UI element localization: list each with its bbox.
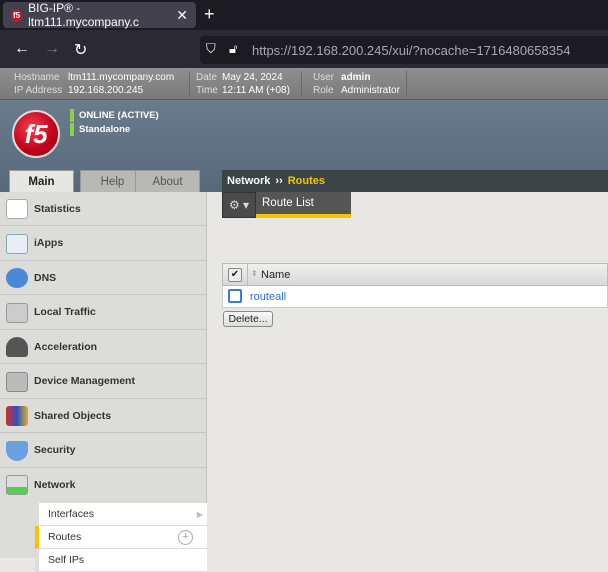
breadcrumb: Network ›› Routes — [222, 170, 608, 192]
close-tab-icon[interactable]: ✕ — [176, 7, 188, 24]
system-info-bar: Hostname ltm111.mycompany.com IP Address 19… — [0, 68, 608, 100]
tab-main[interactable]: Main — [9, 170, 74, 192]
select-all-checkbox[interactable]: ✔ — [228, 268, 242, 282]
row-checkbox[interactable] — [228, 289, 242, 303]
sidebar-item-dns[interactable]: DNS — [0, 261, 206, 295]
shield-icon[interactable]: ⛉ — [206, 41, 216, 57]
browser-tab[interactable]: f5 BIG-IP® - ltm111.mycompany.c ✕ — [3, 1, 196, 29]
status-mode: Standalone — [70, 123, 130, 136]
submenu-self-ips[interactable]: Self IPs — [35, 549, 207, 572]
sort-icon: ⬍ — [251, 269, 258, 278]
sidebar-item-local-traffic[interactable]: Local Traffic — [0, 296, 206, 330]
add-icon[interactable]: + — [178, 530, 193, 545]
table-header: ✔ ⬍ Name — [222, 263, 608, 286]
column-name[interactable]: Name — [261, 269, 290, 281]
status-online: ONLINE (ACTIVE) — [70, 109, 159, 122]
sidebar-item-statistics[interactable]: Statistics — [0, 192, 206, 226]
new-tab-button[interactable]: + — [204, 4, 215, 25]
chevron-right-icon: ▶ — [196, 509, 203, 519]
servers-icon — [6, 302, 28, 323]
network-icon — [6, 475, 28, 495]
sidebar-item-shared-objects[interactable]: Shared Objects — [0, 399, 206, 433]
reload-icon[interactable]: ↻ — [74, 40, 87, 60]
globe-icon — [6, 268, 28, 288]
gear-icon: ⚙ ▾ — [228, 198, 250, 212]
sidebar-item-iapps[interactable]: iApps — [0, 227, 206, 261]
sidebar-item-device-management[interactable]: Device Management — [0, 365, 206, 399]
back-icon[interactable]: ← — [14, 40, 30, 58]
url-bar[interactable]: https://192.168.200.245/xui/?nocache=171… — [200, 36, 608, 64]
forward-icon[interactable]: → — [44, 40, 60, 58]
sidebar: Statistics iApps DNS Local Traffic Accel… — [0, 192, 207, 572]
ip-address: 192.168.200.245 — [68, 85, 144, 96]
shared-objects-icon — [6, 406, 28, 426]
tab-route-list[interactable]: Route List — [256, 192, 351, 218]
gauge-icon — [6, 337, 28, 357]
route-link[interactable]: routeall — [250, 291, 286, 303]
statistics-icon — [6, 199, 28, 219]
f5-logo[interactable]: f5 — [12, 110, 60, 158]
submenu-routes[interactable]: Routes + — [35, 526, 207, 549]
sidebar-item-security[interactable]: Security — [0, 434, 206, 468]
delete-button[interactable]: Delete... — [223, 311, 273, 327]
lock-warning-icon[interactable]: 🔓︎ — [229, 41, 237, 57]
sidebar-item-acceleration[interactable]: Acceleration — [0, 330, 206, 364]
sidebar-item-network[interactable]: Network — [0, 468, 206, 502]
submenu-interfaces[interactable]: Interfaces ▶ — [35, 503, 207, 526]
shield-icon — [6, 440, 28, 461]
gear-menu-button[interactable]: ⚙ ▾ — [222, 192, 256, 218]
table-row: routeall — [222, 286, 608, 308]
favicon-icon: f5 — [11, 8, 23, 22]
iapps-icon — [6, 233, 28, 254]
device-icon — [6, 371, 28, 392]
tab-about[interactable]: About — [135, 170, 200, 192]
column-divider — [247, 264, 248, 285]
